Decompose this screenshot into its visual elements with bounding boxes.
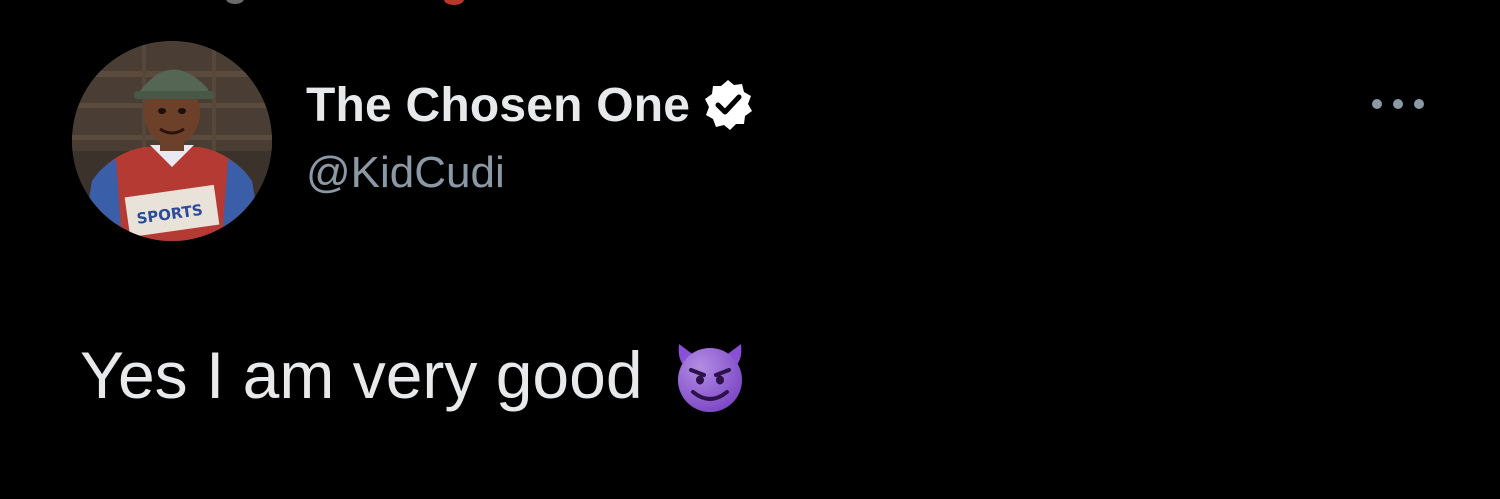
tweet-text: Yes I am very good [80, 338, 643, 412]
child-portrait-avatar-icon: SPORTS [72, 41, 272, 241]
more-horizontal-icon [1372, 99, 1382, 109]
more-options-button[interactable] [1366, 86, 1430, 122]
tweet-card: SPORTS The Chosen One @KidCudi Yes I am … [0, 0, 1500, 499]
cropped-icon-fragment [226, 0, 244, 4]
author-name-row[interactable]: The Chosen One [306, 75, 756, 135]
previous-tweet-fragment [0, 0, 1500, 8]
tweet-body: Yes I am very good [80, 330, 751, 420]
author-handle[interactable]: @KidCudi [306, 148, 505, 198]
author-display-name[interactable]: The Chosen One [306, 78, 690, 133]
avatar[interactable]: SPORTS [72, 41, 272, 241]
smiling-devil-emoji-icon [669, 334, 751, 416]
more-horizontal-icon [1414, 99, 1424, 109]
verified-badge-icon [700, 77, 756, 133]
cropped-icon-fragment [444, 0, 464, 5]
more-horizontal-icon [1393, 99, 1403, 109]
